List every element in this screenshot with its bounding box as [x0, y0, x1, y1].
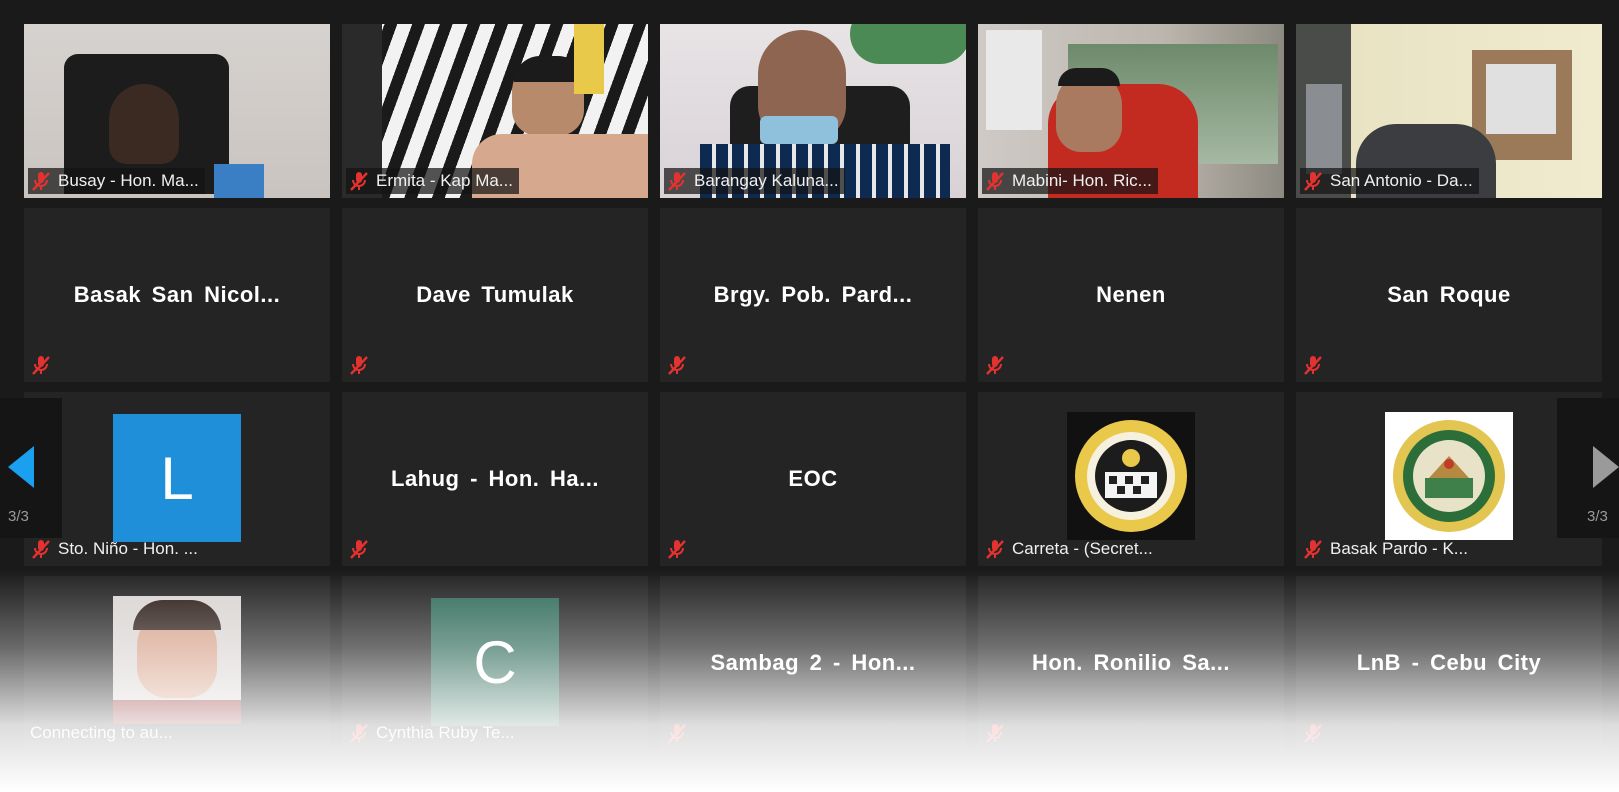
barangay-seal-image	[1067, 412, 1195, 540]
participant-tile[interactable]: Busay - Hon. Ma...	[24, 24, 330, 198]
microphone-muted-icon	[1302, 170, 1324, 192]
microphone-muted-icon	[1302, 722, 1324, 744]
microphone-muted-icon	[30, 538, 52, 560]
previous-page-button[interactable]: 3/3	[0, 398, 62, 538]
participant-name: Basak Pardo - K...	[1330, 539, 1468, 558]
participant-name-label: Carreta - (Secret...	[982, 536, 1159, 562]
participant-tile[interactable]: Lahug - Hon. Ha...	[342, 392, 648, 566]
participant-name: Mabini- Hon. Ric...	[1012, 171, 1152, 190]
microphone-muted-icon	[984, 538, 1006, 560]
participant-name: San Antonio - Da...	[1330, 171, 1473, 190]
microphone-muted-icon	[348, 354, 370, 376]
participant-name: Dave Tumulak	[416, 282, 574, 307]
participant-profile-photo	[113, 596, 241, 724]
participant-name: EOC	[788, 466, 838, 491]
participant-name: San Roque	[1387, 282, 1511, 307]
microphone-muted-icon	[666, 538, 688, 560]
page-indicator: 3/3	[1587, 508, 1608, 525]
microphone-muted-icon	[1302, 538, 1324, 560]
participant-tile[interactable]: Sambag 2 - Hon...	[660, 576, 966, 750]
participant-name: Sto. Niño - Hon. ...	[58, 539, 198, 558]
participant-tile[interactable]: Ermita - Kap Ma...	[342, 24, 648, 198]
participant-name: Nenen	[1096, 282, 1166, 307]
participant-tile[interactable]: Mabini- Hon. Ric...	[978, 24, 1284, 198]
next-page-arrow-icon	[1593, 446, 1619, 488]
participant-tile[interactable]: Brgy. Pob. Pard...	[660, 208, 966, 382]
participant-name: Cynthia Ruby Te...	[376, 723, 515, 742]
participant-name: Busay - Hon. Ma...	[58, 171, 199, 190]
participant-name: Carreta - (Secret...	[1012, 539, 1153, 558]
participant-tile[interactable]: Nenen	[978, 208, 1284, 382]
participant-name-label: Sto. Niño - Hon. ...	[28, 536, 204, 562]
microphone-muted-icon	[666, 354, 688, 376]
microphone-muted-icon	[666, 722, 688, 744]
microphone-muted-icon	[984, 722, 1006, 744]
participant-tile[interactable]: C Cynthia Ruby Te...	[342, 576, 648, 750]
participant-tile[interactable]: Basak San Nicol...	[24, 208, 330, 382]
participant-tile[interactable]: Connecting to au...	[24, 576, 330, 750]
participant-name-label: Cynthia Ruby Te...	[346, 720, 521, 746]
microphone-muted-icon	[1302, 354, 1324, 376]
participant-name: Basak San Nicol...	[73, 282, 281, 307]
microphone-muted-icon	[348, 170, 370, 192]
participant-tile[interactable]: Hon. Ronilio Sa...	[978, 576, 1284, 750]
microphone-muted-icon	[348, 722, 370, 744]
participant-avatar: C	[431, 598, 559, 726]
participant-name-label: Ermita - Kap Ma...	[346, 168, 519, 194]
participant-tile[interactable]: LnB - Cebu City	[1296, 576, 1602, 750]
participant-name-label: Mabini- Hon. Ric...	[982, 168, 1158, 194]
microphone-muted-icon	[984, 170, 1006, 192]
participant-name-label: Connecting to au...	[28, 720, 179, 746]
microphone-muted-icon	[666, 170, 688, 192]
microphone-muted-icon	[984, 354, 1006, 376]
participant-name: Barangay Kaluna...	[694, 171, 839, 190]
participant-name: Sambag 2 - Hon...	[710, 650, 916, 675]
microphone-muted-icon	[348, 538, 370, 560]
microphone-muted-icon	[30, 170, 52, 192]
participant-name: Brgy. Pob. Pard...	[713, 282, 913, 307]
participant-name-label: Basak Pardo - K...	[1300, 536, 1474, 562]
page-indicator: 3/3	[8, 508, 29, 525]
participant-name: Ermita - Kap Ma...	[376, 171, 513, 190]
participant-name: Hon. Ronilio Sa...	[1032, 650, 1230, 675]
participant-name: LnB - Cebu City	[1356, 650, 1542, 675]
participant-tile[interactable]: Carreta - (Secret...	[978, 392, 1284, 566]
participant-tile[interactable]: EOC	[660, 392, 966, 566]
participant-tile[interactable]: San Roque	[1296, 208, 1602, 382]
participant-tile[interactable]: L Sto. Niño - Hon. ...	[24, 392, 330, 566]
participant-name-label: Busay - Hon. Ma...	[28, 168, 205, 194]
participant-tile[interactable]: Barangay Kaluna...	[660, 24, 966, 198]
microphone-muted-icon	[30, 354, 52, 376]
previous-page-arrow-icon	[8, 446, 34, 488]
participant-name: Lahug - Hon. Ha...	[391, 466, 599, 491]
participant-tile[interactable]: Dave Tumulak	[342, 208, 648, 382]
participant-avatar: L	[113, 414, 241, 542]
next-page-button[interactable]: 3/3	[1557, 398, 1619, 538]
participant-name-label: San Antonio - Da...	[1300, 168, 1479, 194]
barangay-seal-image	[1385, 412, 1513, 540]
participant-name-label: Barangay Kaluna...	[664, 168, 845, 194]
participant-tile[interactable]: San Antonio - Da...	[1296, 24, 1602, 198]
participant-name: Connecting to au...	[30, 723, 173, 742]
video-gallery-grid: Busay - Hon. Ma... Ermita - Kap Ma... Ba…	[24, 24, 1602, 750]
